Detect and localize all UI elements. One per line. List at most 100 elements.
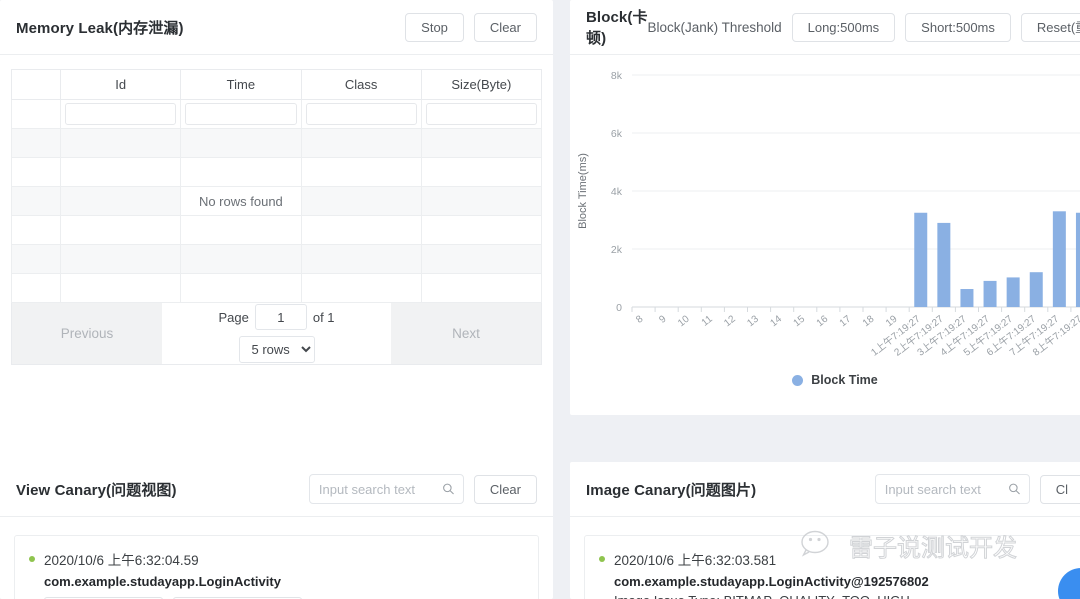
memory-leak-table: Id Time Class Size(Byte) No rows found	[11, 69, 543, 303]
filter-input-time[interactable]	[185, 103, 297, 125]
chart-legend: Block Time	[570, 373, 1080, 387]
status-bullet-icon	[29, 556, 35, 562]
list-item[interactable]: 2020/10/6 上午6:32:03.581 com.example.stud…	[584, 535, 1080, 599]
cell-handle	[11, 273, 61, 303]
cell-handle	[11, 215, 61, 245]
cell-time	[180, 215, 302, 245]
table-row[interactable]	[11, 215, 543, 245]
cell-id	[59, 244, 182, 274]
svg-text:8k: 8k	[611, 70, 623, 82]
image-canary-clear-button[interactable]: Cl	[1039, 474, 1080, 504]
cell-id	[59, 128, 182, 158]
filter-input-size[interactable]	[425, 103, 537, 125]
cell-size	[420, 273, 543, 303]
cell-handle	[11, 157, 61, 187]
cell-size	[420, 157, 543, 187]
memory-leak-actions: Stop Clear	[405, 12, 537, 42]
filter-cell-handle	[11, 99, 61, 129]
image-canary-title: Image Canary(问题图片)	[586, 481, 757, 499]
table-filter-row	[11, 99, 543, 129]
cell-id	[59, 215, 182, 245]
column-header-id[interactable]: Id	[59, 69, 182, 100]
table-body: No rows found	[11, 128, 543, 303]
legend-label: Block Time	[811, 373, 878, 387]
list-item-text: 2020/10/6 上午6:32:04.59 com.example.studa…	[44, 549, 302, 599]
short-threshold-button[interactable]: Short:500ms	[905, 12, 1011, 42]
page-number-input[interactable]	[254, 304, 307, 330]
table-row[interactable]	[11, 244, 543, 274]
search-input[interactable]	[318, 481, 437, 497]
column-header-handle[interactable]	[11, 69, 61, 100]
cell-class	[300, 244, 422, 274]
cell-time	[180, 128, 302, 158]
filter-cell-time	[180, 99, 302, 129]
filter-cell-size	[420, 99, 543, 129]
long-threshold-button[interactable]: Long:500ms	[791, 12, 896, 42]
column-header-size[interactable]: Size(Byte)	[420, 69, 543, 100]
image-canary-search[interactable]	[874, 474, 1030, 504]
stop-button[interactable]: Stop	[405, 12, 464, 42]
cell-id	[59, 273, 182, 303]
svg-text:8: 8	[634, 313, 646, 325]
search-input[interactable]	[884, 481, 1003, 497]
reset-button[interactable]: Reset(重	[1020, 12, 1080, 42]
cell-handle	[11, 128, 61, 158]
block-title: Block(卡顿)	[586, 9, 648, 47]
svg-text:14: 14	[768, 313, 784, 329]
clear-button[interactable]: Clear	[473, 12, 537, 42]
search-icon	[443, 483, 454, 495]
cell-class	[300, 157, 422, 187]
empty-state-text: No rows found	[180, 186, 302, 216]
filter-input-id[interactable]	[65, 103, 177, 125]
rows-per-page-select[interactable]: 5 rows	[238, 336, 315, 363]
status-bullet-icon	[599, 556, 605, 562]
cell-time	[180, 244, 302, 274]
svg-text:17: 17	[838, 313, 854, 329]
image-canary-list: 2020/10/6 上午6:32:03.581 com.example.stud…	[570, 517, 1080, 599]
filter-cell-id	[59, 99, 182, 129]
legend-color-dot	[792, 374, 804, 386]
svg-text:0: 0	[616, 302, 622, 314]
svg-text:11: 11	[700, 313, 715, 328]
image-canary-header: Image Canary(问题图片) Cl	[570, 462, 1080, 517]
filter-cell-class	[300, 99, 422, 129]
cell-id	[59, 186, 182, 216]
block-time-chart[interactable]: 0 2k 4k 6k 8k Block Time(ms) 8 9 10 11 12 13 14 15 16 1…	[570, 55, 1080, 403]
block-header: Block(卡顿) Block(Jank) Threshold Long:500…	[570, 0, 1080, 55]
image-canary-panel: Image Canary(问题图片) Cl 2020/10/6 上午6:32:0…	[570, 462, 1080, 599]
cell-class	[300, 273, 422, 303]
previous-page-button[interactable]: Previous	[12, 303, 162, 364]
item-class-name: com.example.studayapp.LoginActivity@1925…	[614, 574, 929, 589]
cell-handle	[11, 244, 61, 274]
filter-input-class[interactable]	[305, 103, 417, 125]
next-page-button[interactable]: Next	[391, 303, 541, 364]
view-canary-search[interactable]	[308, 474, 464, 504]
item-issue-type: Image Issue Type: BITMAP_QUALITY_TOO_HIG…	[614, 593, 929, 599]
svg-text:6k: 6k	[611, 128, 623, 140]
chart-canvas: 0 2k 4k 6k 8k Block Time(ms) 8 9 10 11 12 13 14 15 16 1…	[577, 70, 1080, 359]
search-icon	[1008, 483, 1020, 495]
view-canary-header: View Canary(问题视图) Clear	[0, 462, 553, 517]
item-class-name: com.example.studayapp.LoginActivity	[44, 574, 281, 589]
column-header-class[interactable]: Class	[300, 69, 422, 100]
cell-class	[300, 215, 422, 245]
list-item[interactable]: 2020/10/6 上午6:32:04.59 com.example.studa…	[14, 535, 539, 599]
cell-handle	[11, 186, 61, 216]
svg-text:13: 13	[745, 313, 761, 329]
svg-text:15: 15	[792, 313, 808, 329]
memory-leak-header: Memory Leak(内存泄漏) Stop Clear	[0, 0, 553, 55]
table-header-row: Id Time Class Size(Byte)	[11, 69, 543, 100]
table-row[interactable]	[11, 273, 543, 303]
page-title: Memory Leak(内存泄漏)	[16, 19, 184, 37]
view-canary-panel: View Canary(问题视图) Clear 2020/10/6 上午6:32…	[0, 462, 553, 599]
cell-size	[420, 128, 543, 158]
cell-id	[59, 157, 182, 187]
column-header-time[interactable]: Time	[180, 69, 302, 100]
table-row[interactable]	[11, 157, 543, 187]
cell-class	[300, 186, 422, 216]
block-actions: Block(Jank) Threshold Long:500ms Short:5…	[648, 12, 1080, 42]
view-canary-clear-button[interactable]: Clear	[473, 474, 537, 504]
memory-leak-table-area: Id Time Class Size(Byte) No rows found	[0, 55, 553, 303]
pagination-center: Page of 1 5 rows	[162, 303, 391, 364]
table-row[interactable]	[11, 128, 543, 158]
